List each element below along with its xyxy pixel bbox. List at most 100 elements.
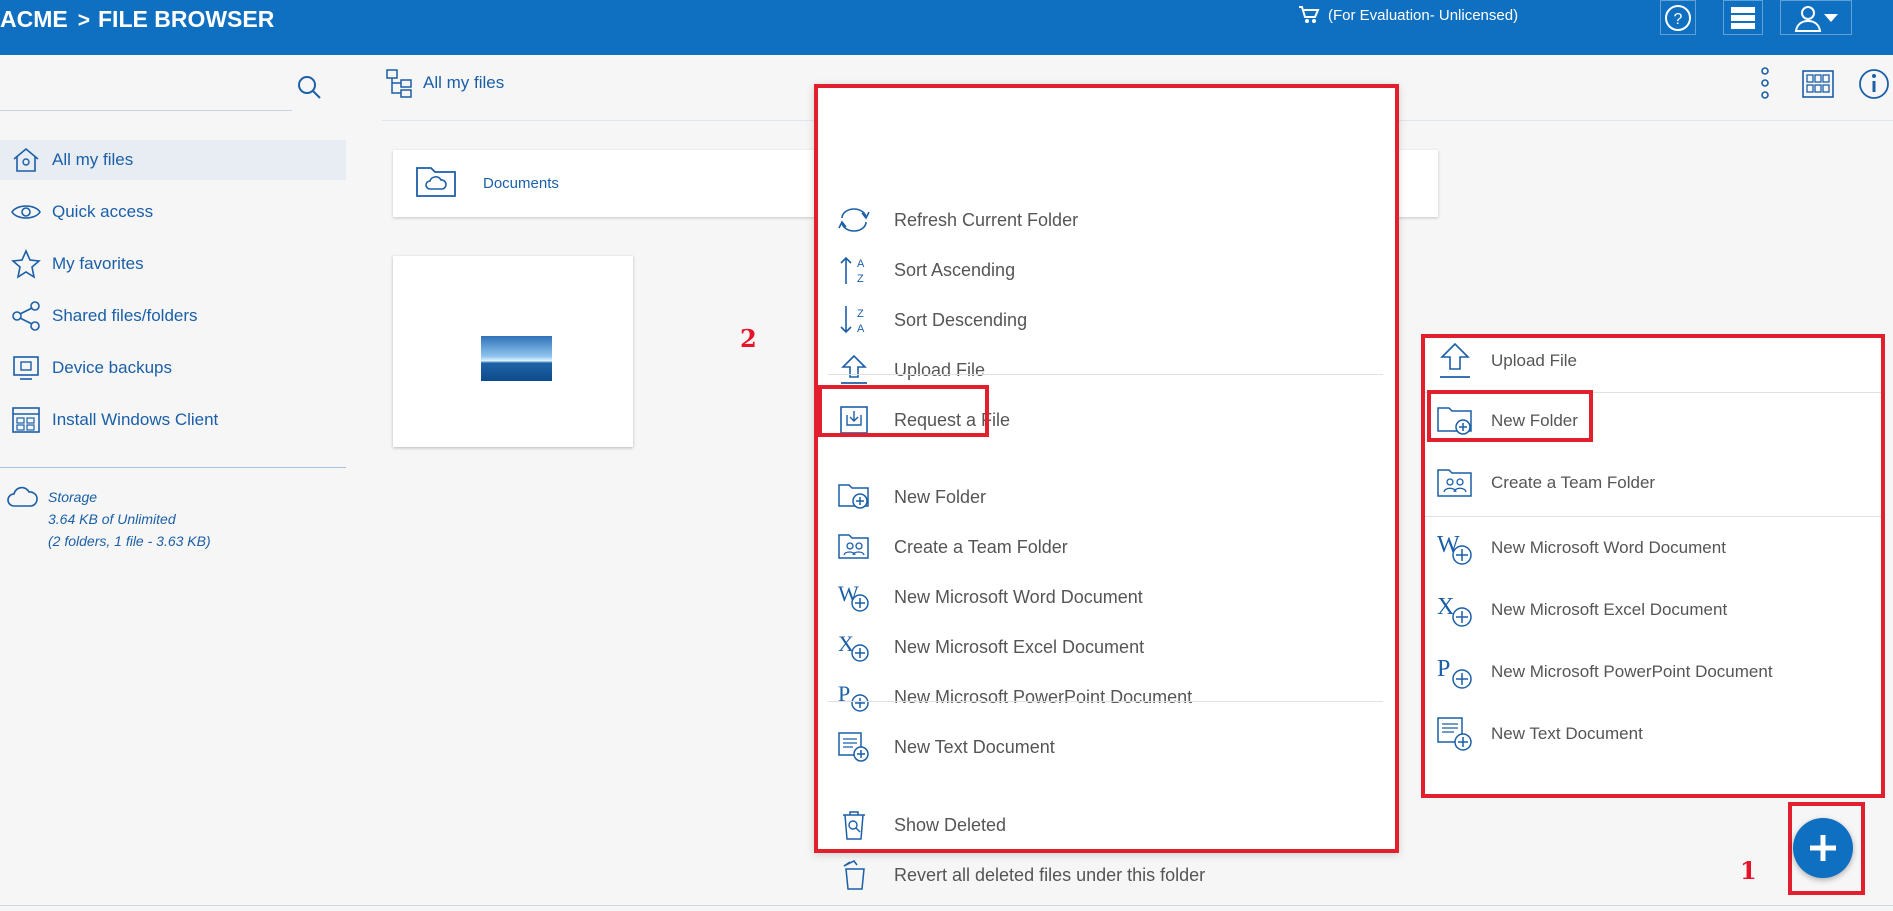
fab-menu-item-new-text-document[interactable]: New Text Document: [1433, 711, 1873, 757]
menu-item-sort-ascending[interactable]: AZ Sort Ascending: [832, 248, 1372, 292]
highlight-new-folder-fab: [1427, 390, 1593, 442]
sidebar-item-label: My favorites: [52, 254, 144, 273]
sidebar-item-quick-access[interactable]: Quick access: [0, 192, 346, 232]
info-icon[interactable]: [1858, 68, 1890, 100]
menu-divider: [1425, 516, 1881, 517]
menu-item-label: Upload File: [894, 359, 986, 380]
sort-descending-icon: ZA: [840, 306, 865, 335]
fab-menu-item-upload-file[interactable]: Upload File: [1433, 338, 1873, 384]
sidebar-item-label: Install Windows Client: [52, 410, 219, 429]
menu-item-label: New Microsoft Word Document: [894, 586, 1143, 607]
sidebar-item-label: All my files: [52, 150, 134, 169]
menu-item-label: Create a Team Folder: [1491, 473, 1656, 492]
license-status[interactable]: (For Evaluation- Unlicensed): [1298, 5, 1518, 25]
menu-item-label: New Text Document: [894, 736, 1055, 757]
breadcrumb-label: All my files: [423, 73, 505, 92]
breadcrumb-separator: >: [77, 9, 90, 32]
sidebar-item-shared[interactable]: Shared files/folders: [0, 296, 346, 336]
menu-item-label: Revert all deleted files under this fold…: [894, 864, 1206, 885]
user-menu-button[interactable]: [1780, 0, 1852, 35]
menu-divider: [828, 374, 1383, 375]
menu-item-new-excel-document[interactable]: X New Microsoft Excel Document: [832, 625, 1372, 669]
app-brand[interactable]: ACME > FILE BROWSER: [0, 6, 274, 33]
folder-tree-icon: [386, 69, 412, 98]
svg-text:P: P: [838, 681, 850, 706]
help-button[interactable]: ?: [1660, 0, 1696, 35]
text-doc-icon: [838, 732, 869, 762]
menu-item-label: New Text Document: [1491, 724, 1643, 743]
sidebar-item-device-backups[interactable]: Device backups: [0, 348, 346, 388]
sidebar-item-label: Shared files/folders: [52, 306, 198, 325]
storage-details: (2 folders, 1 file - 3.63 KB): [48, 533, 211, 549]
file-thumbnail: [481, 336, 552, 381]
device-backup-icon: [13, 356, 39, 380]
sidebar-item-all-my-files[interactable]: All my files: [0, 140, 346, 180]
svg-text:A: A: [857, 323, 865, 335]
upload-icon: [841, 354, 867, 384]
menu-item-sort-descending[interactable]: ZA Sort Descending: [832, 298, 1372, 342]
fab-menu-item-new-powerpoint-document[interactable]: P New Microsoft PowerPoint Document: [1433, 649, 1873, 695]
annotation-marker-2: 2: [740, 324, 757, 353]
revert-deleted-icon: [843, 860, 865, 890]
menu-item-label: Create a Team Folder: [894, 536, 1068, 557]
star-icon: [11, 249, 41, 279]
grid-view-icon[interactable]: [1802, 70, 1834, 98]
svg-text:?: ?: [1674, 11, 1683, 28]
team-folder-icon: [838, 534, 869, 559]
cart-icon: [1299, 6, 1320, 23]
fab-menu-item-new-word-document[interactable]: W New Microsoft Word Document: [1433, 525, 1873, 571]
sidebar-item-my-favorites[interactable]: My favorites: [0, 244, 346, 284]
menu-item-label: Sort Descending: [894, 309, 1028, 330]
server-button[interactable]: [1723, 0, 1763, 35]
team-folder-icon: [1437, 469, 1472, 497]
brand-name: ACME: [0, 6, 68, 32]
highlight-new-folder-context: [818, 385, 989, 437]
menu-item-label: Refresh Current Folder: [894, 209, 1079, 230]
storage-info: Storage 3.64 KB of Unlimited (2 folders,…: [6, 486, 211, 552]
menu-item-label: New Microsoft Excel Document: [894, 636, 1145, 657]
menu-item-new-text-document[interactable]: New Text Document: [832, 725, 1372, 769]
menu-item-label: New Microsoft Word Document: [1491, 538, 1726, 557]
search-icon[interactable]: [296, 74, 322, 100]
menu-item-revert-deleted[interactable]: Revert all deleted files under this fold…: [832, 853, 1372, 897]
cloud-folder-icon: [416, 167, 456, 197]
word-icon: W: [838, 581, 869, 612]
menu-item-show-deleted[interactable]: Show Deleted: [832, 803, 1372, 847]
eye-icon: [11, 205, 41, 219]
menu-item-new-word-document[interactable]: W New Microsoft Word Document: [832, 575, 1372, 619]
sidebar-item-install-windows-client[interactable]: Install Windows Client: [0, 400, 346, 440]
svg-text:Z: Z: [857, 273, 864, 285]
share-icon: [12, 301, 40, 331]
powerpoint-icon: P: [838, 681, 869, 712]
menu-item-label: Sort Ascending: [894, 259, 1016, 280]
app-title: FILE BROWSER: [98, 6, 275, 32]
menu-item-label: New Microsoft PowerPoint Document: [894, 686, 1193, 707]
powerpoint-icon: P: [1437, 656, 1472, 689]
sidebar-item-label: Device backups: [52, 358, 173, 377]
svg-text:Z: Z: [857, 308, 864, 320]
more-options-icon[interactable]: [1760, 66, 1770, 100]
user-icon: [1794, 5, 1822, 32]
breadcrumb[interactable]: All my files: [385, 68, 504, 98]
menu-item-label: Upload File: [1491, 351, 1577, 370]
text-doc-icon: [1437, 717, 1472, 751]
menu-item-new-powerpoint-document[interactable]: P New Microsoft PowerPoint Document: [832, 675, 1372, 719]
context-menu: Refresh Current Folder AZ Sort Ascending…: [814, 84, 1399, 890]
menu-item-refresh[interactable]: Refresh Current Folder: [832, 198, 1372, 242]
sidebar-divider: [0, 467, 346, 468]
menu-item-create-team-folder[interactable]: Create a Team Folder: [832, 525, 1372, 569]
upload-icon: [1440, 342, 1470, 378]
footer-divider: [0, 905, 1893, 906]
home-icon: [13, 147, 39, 172]
storage-title: Storage: [48, 489, 98, 505]
server-icon: [1731, 6, 1755, 29]
menu-item-new-folder[interactable]: New Folder: [832, 475, 1372, 519]
search-input[interactable]: [0, 110, 292, 111]
file-card-image[interactable]: [393, 256, 633, 447]
add-button[interactable]: [1793, 818, 1853, 878]
sidebar-item-label: Quick access: [52, 202, 154, 221]
fab-menu-item-create-team-folder[interactable]: Create a Team Folder: [1433, 460, 1873, 506]
help-icon: ?: [1665, 4, 1691, 31]
fab-menu-item-new-excel-document[interactable]: X New Microsoft Excel Document: [1433, 587, 1873, 633]
excel-icon: X: [1437, 594, 1472, 627]
